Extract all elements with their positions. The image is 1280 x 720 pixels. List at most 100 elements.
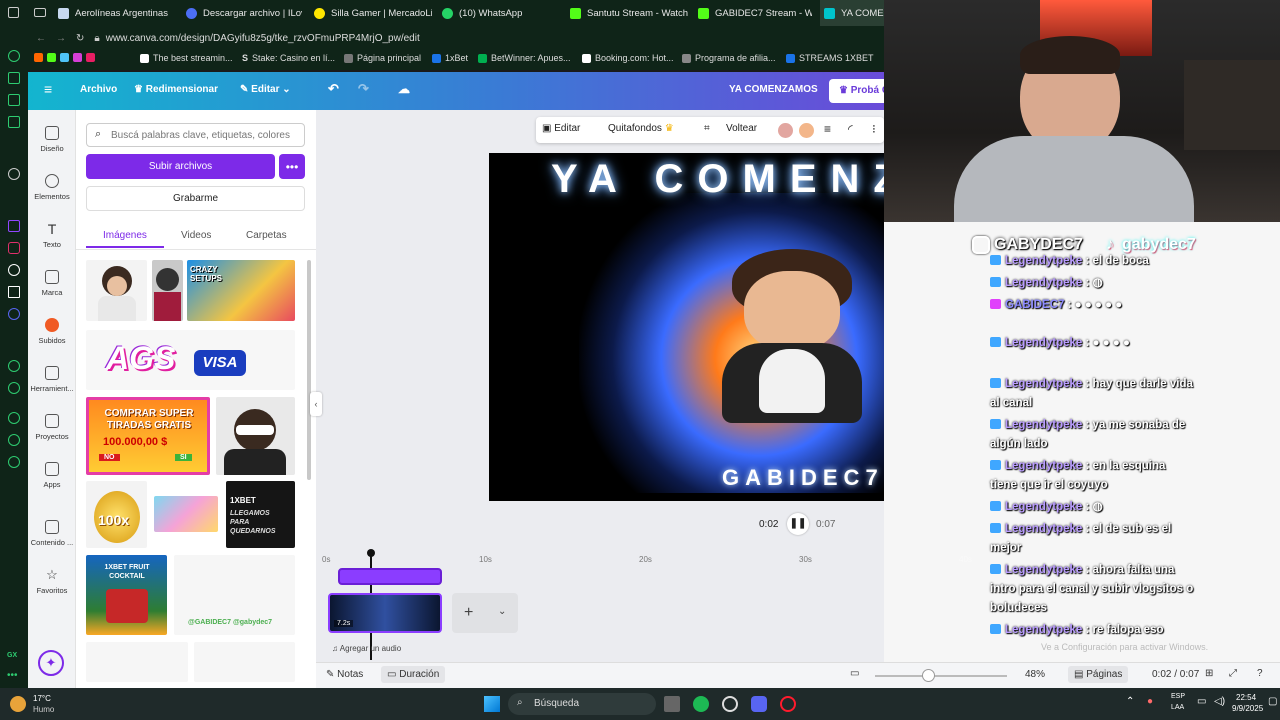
keyboard-layout[interactable]: LAA [1171, 704, 1184, 711]
add-audio-button[interactable]: ♫ Agregar un audio [332, 644, 401, 653]
nav-favorites[interactable]: ☆ Favoritos [28, 568, 76, 596]
microphone-icon[interactable]: ● [1147, 696, 1153, 707]
history-icon[interactable] [8, 50, 20, 62]
clock-time[interactable]: 22:54 [1236, 693, 1256, 702]
remove-background-button[interactable]: Quitafondos ♛ [608, 123, 674, 134]
bookmark-3[interactable]: 1xBet [432, 53, 468, 63]
player-icon[interactable] [8, 360, 20, 372]
image-thumb-fruit-cocktail[interactable]: 1XBET FRUIT COCKTAIL [86, 555, 167, 635]
bookmark-1[interactable]: S Stake: Casino en lí... [242, 53, 335, 63]
taskbar-search[interactable]: ⌕ Búsqueda [508, 693, 656, 715]
overlay-track-clip[interactable] [338, 568, 442, 585]
tab-videos[interactable]: Videos [181, 230, 211, 241]
zoom-slider-track[interactable] [875, 675, 1007, 677]
notes-icon[interactable] [8, 116, 20, 128]
nav-projects[interactable]: Proyectos [28, 414, 76, 441]
redo-icon[interactable]: ↷ [358, 81, 369, 97]
tab-mercadolibre[interactable]: Silla Gamer | MercadoLib [314, 0, 432, 26]
chevron-up-icon[interactable]: ⌃ [1126, 696, 1134, 707]
bookmark-icons[interactable] [34, 53, 95, 62]
image-thumb-candy[interactable] [154, 496, 218, 532]
clock-icon[interactable] [8, 412, 20, 424]
color-swatch-1[interactable] [778, 123, 793, 138]
weather-icon[interactable] [10, 696, 26, 712]
notes-button[interactable]: ✎ Notas [326, 669, 363, 680]
nav-brand[interactable]: Marca [28, 270, 76, 297]
discord-icon[interactable] [751, 696, 767, 712]
pages-button[interactable]: ▤ Páginas [1068, 666, 1129, 683]
panel-scrollbar[interactable] [307, 260, 311, 480]
more-grid-icon[interactable]: ⁝ [872, 122, 876, 136]
volume-icon[interactable]: ◁) [1214, 696, 1225, 707]
weather-temp[interactable]: 17°C [33, 694, 51, 703]
reload-icon[interactable]: ↻ [76, 33, 84, 44]
image-thumb-avatar[interactable] [86, 260, 147, 321]
tab-whatsapp[interactable]: (10) WhatsApp [442, 0, 560, 26]
video-track-clip[interactable]: 7.2s [328, 593, 442, 633]
image-thumb-comprar[interactable]: COMPRAR SUPER TIRADAS GRATIS 100.000,00 … [86, 397, 210, 475]
image-thumb-llegamos[interactable]: 1XBET LLEGAMOS PARA QUEDARNOS [226, 481, 295, 548]
corner-rounding-icon[interactable]: ◜ [848, 122, 853, 136]
nav-text[interactable]: T Texto [28, 222, 76, 249]
wallet-icon[interactable] [8, 94, 20, 106]
document-title[interactable]: YA COMENZAMOS [729, 84, 818, 95]
bookmark-2[interactable]: Página principal [344, 53, 421, 63]
aria-icon[interactable] [8, 168, 20, 180]
magic-sparkle-icon[interactable]: ✦ [38, 650, 64, 676]
opera-gx-icon[interactable] [780, 696, 796, 712]
image-thumb-100x[interactable]: 100x [86, 481, 147, 548]
image-thumb-person[interactable] [152, 260, 183, 321]
workspaces-icon[interactable] [34, 8, 46, 17]
clock-date[interactable]: 9/9/2025 [1232, 704, 1263, 713]
more-options-button[interactable]: ••• [279, 154, 305, 179]
crop-icon[interactable]: ⌗ [704, 123, 710, 134]
url-field[interactable]: www.canva.com/design/DAGyifu8z5g/tke_rzv… [106, 33, 420, 44]
help-icon[interactable]: ? [1257, 668, 1263, 679]
file-explorer-icon[interactable] [664, 696, 680, 712]
bookmark-4[interactable]: BetWinner: Apues... [478, 53, 571, 63]
tiktok-icon[interactable] [8, 264, 20, 276]
duration-button[interactable]: ▭ Duración [381, 666, 446, 683]
nav-apps[interactable]: Apps [28, 462, 76, 489]
search-input[interactable]: ⌕ Buscá palabras clave, etiquetas, colore… [86, 123, 305, 147]
grid-view-icon[interactable]: ⊞ [1205, 668, 1213, 679]
color-swatch-2[interactable] [799, 123, 814, 138]
cloud-save-icon[interactable]: ☁ [398, 82, 410, 96]
pause-button[interactable]: ❚❚ [787, 513, 809, 535]
resize-menu[interactable]: ♛ Redimensionar [134, 84, 218, 95]
image-thumb-ags-visa[interactable]: AGS VISA [86, 330, 295, 390]
discord-icon[interactable] [8, 308, 20, 320]
line-weight-icon[interactable]: ≡ [824, 122, 831, 136]
design-page[interactable]: YA COMENZ GABIDEC7 [489, 153, 884, 501]
upload-files-button[interactable]: Subir archivos [86, 154, 275, 179]
nav-content[interactable]: Contenido ... [28, 520, 76, 547]
twitch-icon[interactable] [8, 220, 20, 232]
image-thumb-sunglasses[interactable] [216, 397, 295, 475]
image-thumb-blank-1[interactable] [86, 642, 188, 682]
bookmark-7[interactable]: STREAMS 1XBET [786, 53, 874, 63]
tab-gabidec7[interactable]: GABIDEC7 Stream - Watc [698, 0, 812, 26]
bookmark-5[interactable]: Booking.com: Hot... [582, 53, 674, 63]
bag-icon[interactable] [8, 72, 20, 84]
info-icon[interactable] [8, 434, 20, 446]
presenter-icon[interactable]: ▭ [850, 668, 859, 679]
zoom-level[interactable]: 48% [1025, 669, 1045, 680]
more-icon[interactable]: ••• [7, 670, 18, 681]
tab-search-icon[interactable] [8, 7, 19, 18]
add-page-plus-icon[interactable]: + [464, 604, 473, 622]
edit-image-button[interactable]: ▣ Editar [542, 123, 580, 134]
image-thumb-blank-2[interactable] [194, 642, 295, 682]
record-yourself-button[interactable]: Grabarme [86, 186, 305, 211]
image-thumb-gabydec-socials[interactable]: @GABIDEC7 @gabydec7 [174, 555, 295, 635]
fullscreen-icon[interactable]: ⤢ [1229, 668, 1237, 679]
tab-images[interactable]: Imágenes [103, 230, 147, 241]
undo-icon[interactable]: ↶ [328, 81, 339, 97]
forward-icon[interactable]: → [56, 33, 66, 44]
nav-tools[interactable]: Herramient... [28, 366, 76, 393]
notifications-icon[interactable]: ▢ [1268, 696, 1277, 707]
zoom-slider-thumb[interactable] [922, 669, 935, 682]
language-indicator[interactable]: ESP [1171, 693, 1185, 700]
nav-elements[interactable]: Elementos [28, 174, 76, 201]
tab-santutu[interactable]: Santutu Stream - Watch L [570, 0, 688, 26]
flip-button[interactable]: Voltear [726, 123, 757, 134]
